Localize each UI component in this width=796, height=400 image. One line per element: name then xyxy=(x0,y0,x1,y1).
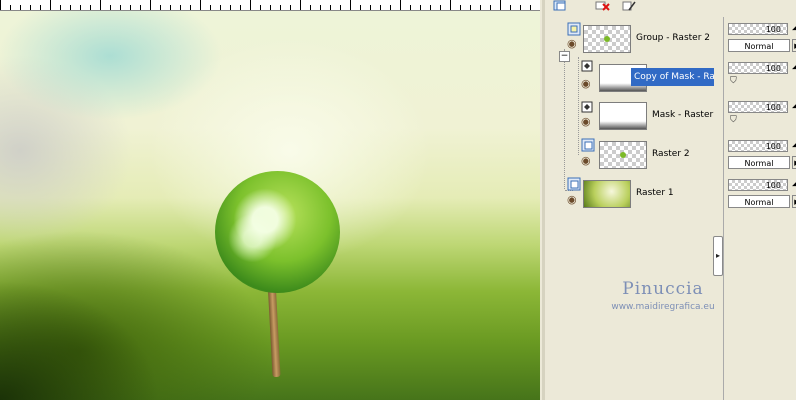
layers-toolbar xyxy=(545,0,796,14)
opacity-slider[interactable]: 100 xyxy=(728,179,788,191)
tree-crown xyxy=(215,171,340,293)
layer-row-group-raster-2[interactable]: ◉ Group - Raster 2 xyxy=(553,21,711,59)
opacity-arrow-icon[interactable]: ◢ xyxy=(792,61,796,71)
blend-mode-select[interactable]: Normal xyxy=(728,195,790,208)
opacity-slider[interactable]: 100 xyxy=(728,101,788,113)
layer-name: Group - Raster 2 xyxy=(636,33,710,43)
opacity-arrow-icon[interactable]: ◢ xyxy=(792,178,796,188)
blend-mode-select[interactable]: Normal xyxy=(728,156,790,169)
new-raster-layer-icon[interactable] xyxy=(553,0,567,12)
horizontal-ruler xyxy=(0,0,540,11)
canvas-image[interactable] xyxy=(0,11,540,400)
delete-layer-icon[interactable] xyxy=(595,0,611,12)
tree-trunk xyxy=(267,278,281,378)
watermark-url: www.maidiregrafica.eu xyxy=(611,302,715,312)
panel-splitter-handle[interactable]: ▸ xyxy=(713,236,723,276)
layer-thumbnail xyxy=(599,102,647,130)
visibility-eye-icon[interactable]: ◉ xyxy=(567,194,577,206)
layer-properties-column: 100 ◢ Normal ▶ 100 ◢ ⛉ 100 ◢ ⛉ 100 ◢ Nor… xyxy=(723,17,796,400)
layer-thumbnail xyxy=(583,180,631,208)
layer-name: Mask - Raster 2 xyxy=(652,110,714,120)
opacity-slider[interactable]: 100 xyxy=(728,62,788,74)
blend-mode-dropdown-button[interactable]: ▶ xyxy=(792,39,796,52)
layer-row-mask-raster-2[interactable]: ◉ Mask - Raster 2 xyxy=(553,96,714,134)
mask-layer-icon xyxy=(581,98,595,113)
raster-layer-icon xyxy=(581,137,595,152)
image-vignette xyxy=(0,280,160,400)
layer-row-raster-2[interactable]: ◉ Raster 2 xyxy=(553,135,711,173)
raster-layer-icon xyxy=(567,176,581,191)
edit-layer-icon[interactable] xyxy=(621,0,637,12)
blend-mode-select[interactable]: Normal xyxy=(728,39,790,52)
layer-tree: − ◉ Group - Raster 2 ◉ Copy of Mask - Ra… xyxy=(553,17,715,400)
blend-mode-dropdown-button[interactable]: ▶ xyxy=(792,195,796,208)
layer-name: Copy of Mask - Ra xyxy=(631,68,714,86)
layers-palette: − ◉ Group - Raster 2 ◉ Copy of Mask - Ra… xyxy=(542,0,796,400)
opacity-arrow-icon[interactable]: ◢ xyxy=(792,100,796,110)
watermark-name: Pinuccia xyxy=(622,279,704,299)
image-canvas-area[interactable] xyxy=(0,0,540,400)
visibility-eye-icon[interactable]: ◉ xyxy=(567,38,577,50)
layer-thumbnail xyxy=(599,141,647,169)
layer-thumbnail xyxy=(583,25,631,53)
opacity-arrow-icon[interactable]: ◢ xyxy=(792,139,796,149)
visibility-eye-icon[interactable]: ◉ xyxy=(581,155,591,167)
visibility-eye-icon[interactable]: ◉ xyxy=(581,116,591,128)
mask-layer-icon xyxy=(581,60,595,74)
layer-row-copy-of-mask[interactable]: ◉ Copy of Mask - Ra xyxy=(553,58,714,96)
layer-name: Raster 1 xyxy=(636,188,674,198)
layer-row-raster-1[interactable]: ◉ Raster 1 xyxy=(553,174,711,212)
blend-mode-dropdown-button[interactable]: ▶ xyxy=(792,156,796,169)
mask-indicator-icon: ⛉ xyxy=(730,76,737,86)
group-layer-icon xyxy=(567,21,581,36)
visibility-eye-icon[interactable]: ◉ xyxy=(581,78,591,90)
opacity-slider[interactable]: 100 xyxy=(728,140,788,152)
mask-indicator-icon: ⛉ xyxy=(730,115,737,125)
opacity-slider[interactable]: 100 xyxy=(728,23,788,35)
opacity-arrow-icon[interactable]: ◢ xyxy=(792,22,796,32)
layer-name: Raster 2 xyxy=(652,149,690,159)
